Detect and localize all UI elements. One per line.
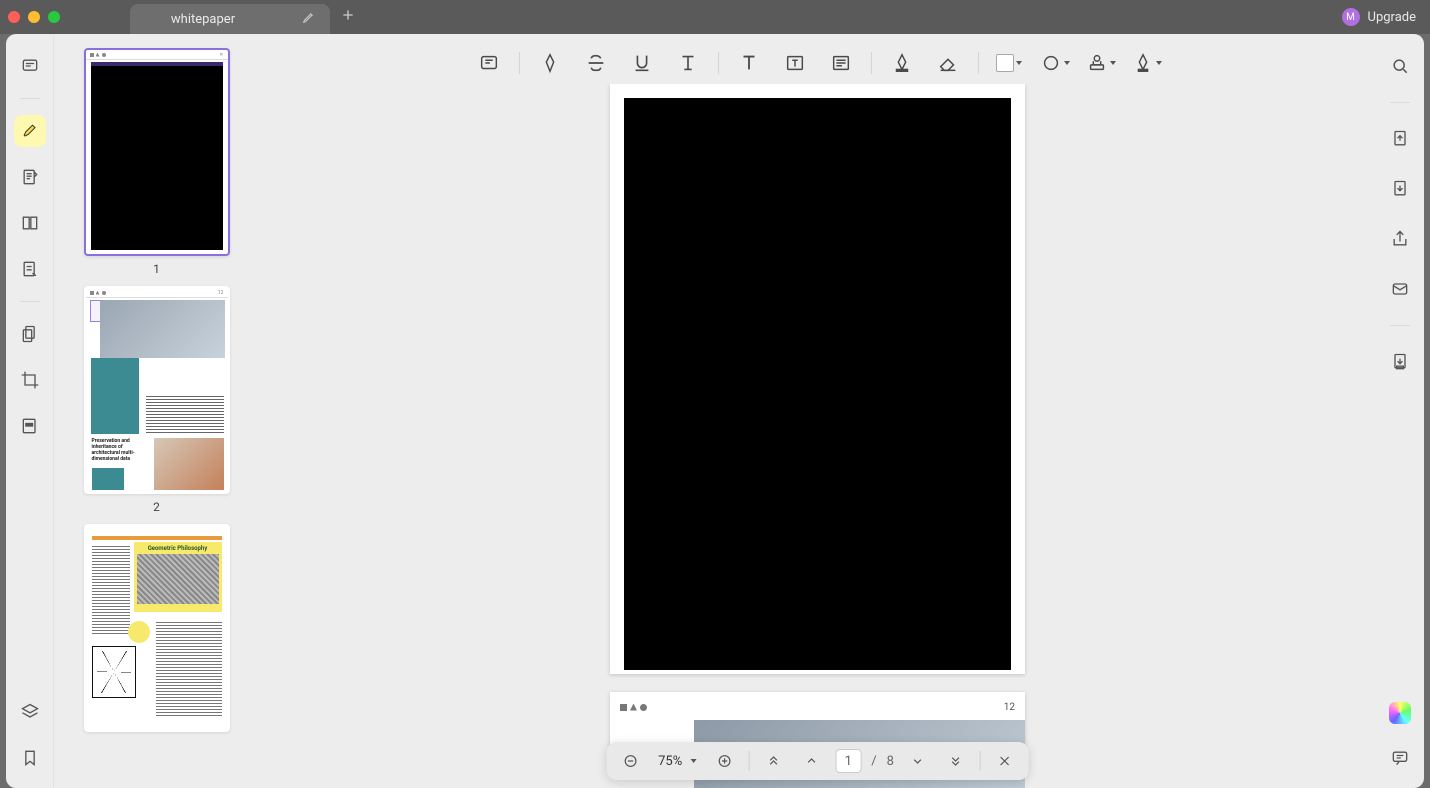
avatar-initial: M <box>1346 12 1355 23</box>
thumbnail-page-1[interactable]: ✕ <box>84 48 230 256</box>
close-bar-button[interactable] <box>991 747 1019 775</box>
thumbnail-item[interactable]: Geometric Philosophy <box>84 524 230 732</box>
maximize-window-button[interactable] <box>48 11 60 23</box>
page-2-number: 12 <box>1004 702 1015 713</box>
close-window-button[interactable] <box>8 11 20 23</box>
zoom-page-bar: 75% 1 / 8 <box>606 742 1029 780</box>
thumbnail-number: 1 <box>153 262 160 276</box>
share-icon[interactable] <box>1386 225 1414 253</box>
export-file-icon[interactable] <box>1386 125 1414 153</box>
thumbnail-number: 2 <box>153 500 160 514</box>
next-page-button[interactable] <box>904 747 932 775</box>
document-page-1[interactable] <box>610 84 1025 674</box>
thumbnail-item[interactable]: 12 Preservation and inheritance of archi… <box>84 286 230 514</box>
app-window: whitepaper M Upgrade <box>0 0 1430 788</box>
avatar[interactable]: M <box>1342 8 1360 26</box>
redact-tool-icon[interactable] <box>16 412 44 440</box>
page-separator: / <box>871 754 876 769</box>
paragraph-button[interactable] <box>825 47 857 79</box>
search-icon[interactable] <box>1386 52 1414 80</box>
window-controls <box>8 11 60 23</box>
canvas-area: 12 75% 1 / 8 <box>259 34 1376 788</box>
title-bar: whitepaper M Upgrade <box>0 0 1430 34</box>
thumbnail-2-title: Preservation and inheritance of architec… <box>92 438 150 462</box>
current-page-input[interactable]: 1 <box>835 749 861 773</box>
right-toolbar <box>1376 34 1424 788</box>
underline-button[interactable] <box>626 47 658 79</box>
text-style-button[interactable] <box>672 47 704 79</box>
zoom-value-label: 75% <box>658 754 682 769</box>
format-toolbar <box>259 42 1376 84</box>
note-button[interactable] <box>473 47 505 79</box>
thumbnail-page-3[interactable]: Geometric Philosophy <box>84 524 230 732</box>
fill-color-dropdown[interactable] <box>993 47 1025 79</box>
minimize-window-button[interactable] <box>28 11 40 23</box>
chat-icon[interactable] <box>1386 744 1414 772</box>
thumbnail-3-title: Geometric Philosophy <box>137 545 219 552</box>
last-page-button[interactable] <box>942 747 970 775</box>
textbox-button[interactable] <box>779 47 811 79</box>
zoom-level-dropdown[interactable]: 75% <box>654 754 700 769</box>
thumbnail-panel[interactable]: ✕ 1 12 Preservation and inheritance of a… <box>54 34 259 788</box>
stamp-dropdown[interactable] <box>1085 47 1117 79</box>
comment-tool-icon[interactable] <box>16 52 44 80</box>
save-file-icon[interactable] <box>1386 175 1414 203</box>
thumbnail-page-2[interactable]: 12 Preservation and inheritance of archi… <box>84 286 230 494</box>
thumbnail-item[interactable]: ✕ 1 <box>84 48 230 276</box>
reader-tool-icon[interactable] <box>16 209 44 237</box>
rail-divider <box>20 301 40 302</box>
print-icon[interactable] <box>1386 348 1414 376</box>
tab-title-label: whitepaper <box>144 12 262 27</box>
left-toolbar <box>6 34 54 788</box>
ai-assistant-icon[interactable] <box>1389 702 1411 724</box>
canvas-scroll[interactable]: 12 <box>259 84 1376 788</box>
page-1-image <box>624 98 1011 670</box>
prev-page-button[interactable] <box>797 747 825 775</box>
title-bar-right: M Upgrade <box>1342 8 1430 26</box>
signature-dropdown[interactable] <box>1131 47 1163 79</box>
pen-button[interactable] <box>534 47 566 79</box>
upgrade-button[interactable]: Upgrade <box>1368 10 1416 25</box>
document-tab[interactable]: whitepaper <box>130 4 330 34</box>
rail-divider <box>1390 325 1410 326</box>
bookmark-icon[interactable] <box>16 744 44 772</box>
total-pages-label: 8 <box>887 754 894 769</box>
content-shell: ✕ 1 12 Preservation and inheritance of a… <box>6 34 1424 788</box>
new-tab-button[interactable] <box>340 7 356 28</box>
page-2-header: 12 <box>620 700 1015 714</box>
eraser-button[interactable] <box>932 47 964 79</box>
first-page-button[interactable] <box>759 747 787 775</box>
shape-dropdown[interactable] <box>1039 47 1071 79</box>
rail-divider <box>20 98 40 99</box>
highlighter-tool-icon[interactable] <box>16 117 44 145</box>
current-page-value: 1 <box>845 754 852 769</box>
crop-tool-icon[interactable] <box>16 366 44 394</box>
highlight-color-button[interactable] <box>886 47 918 79</box>
zoom-out-button[interactable] <box>616 747 644 775</box>
strikethrough-button[interactable] <box>580 47 612 79</box>
text-insert-button[interactable] <box>733 47 765 79</box>
page-header-shapes-icon <box>620 704 647 711</box>
zoom-in-button[interactable] <box>710 747 738 775</box>
form-tool-icon[interactable] <box>16 255 44 283</box>
mail-icon[interactable] <box>1386 275 1414 303</box>
annotate-tool-icon[interactable] <box>16 163 44 191</box>
rail-divider <box>1390 102 1410 103</box>
layers-icon[interactable] <box>16 698 44 726</box>
pages-tool-icon[interactable] <box>16 320 44 348</box>
pencil-icon[interactable] <box>302 10 316 28</box>
